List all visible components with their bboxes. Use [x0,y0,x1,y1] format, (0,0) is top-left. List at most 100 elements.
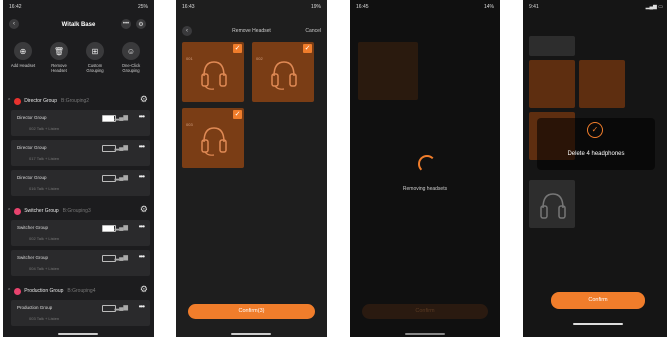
dimmed-tile [358,42,418,100]
custom-grouping-icon: ⊞ [86,42,104,60]
member-name: Switcher Group [17,225,49,230]
member-status: 003 Talk + Listen [29,316,60,321]
list-item[interactable]: Director Group 016 Talk + Listen ▂▄▆ ••• [11,170,150,196]
remove-headset-label: Remove Headset [51,63,67,73]
one-click-grouping-label: One-Click Grouping [121,63,141,73]
group-header-production[interactable]: ⌃ Production Group B:Grouping4 [7,285,150,297]
status-time: 16:42 [9,4,22,10]
checkbox-checked-icon: ✓ [233,44,242,53]
member-name: Director Group [17,145,47,150]
more-options-icon[interactable]: ••• [139,302,145,311]
group-tag: B:Grouping4 [67,288,96,294]
group-settings-icon[interactable]: ⚙ [140,94,148,105]
member-status: 002 Talk + Listen [29,126,60,131]
more-button[interactable]: ••• [121,19,131,29]
confirm-button[interactable]: Confirm(3) [188,304,315,319]
status-time: 16:43 [182,4,195,10]
remove-headset-icon: 🗑 [50,42,68,60]
page-title: Remove Headset [232,28,271,34]
group-header-switcher[interactable]: ⌃ Switcher Group B:Grouping3 [7,205,150,217]
success-check-icon: ✓ [587,122,603,138]
custom-grouping-label: Custom Grouping [86,63,104,73]
list-item[interactable]: Production Group 003 Talk + Listen ▂▄▆ •… [11,300,150,326]
status-bar: 16:45 14% [356,3,494,11]
status-battery: 25% [137,4,148,10]
member-name: Switcher Group [17,255,49,260]
one-click-grouping-icon: ☺ [122,42,140,60]
add-headset-button[interactable]: ⊕ Add Headset [8,42,38,68]
member-status: 017 Talk + Listen [29,156,60,161]
headset-tile[interactable]: ✓ 003 [182,108,244,168]
signal-icon: ▂▄▆ [114,175,128,181]
headset-number: 002 [256,56,263,61]
home-indicator [405,333,445,335]
more-options-icon[interactable]: ••• [139,142,145,151]
headset-tile [529,60,575,108]
list-item[interactable]: Switcher Group 004 Talk + Listen ▂▄▆ ••• [11,250,150,276]
checkbox-checked-icon: ✓ [233,110,242,119]
back-button[interactable]: ‹ [182,26,192,36]
more-options-icon[interactable]: ••• [139,252,145,261]
group-color-dot [14,97,22,105]
settings-button[interactable]: ⚙ [136,19,146,29]
headset-tile [579,60,625,108]
status-bar: 16:42 25% [9,3,148,11]
screen-witalk-base: 16:42 25% ‹ Witalk Base ••• ⚙ ⊕ Add Head… [3,0,154,337]
status-bar: 16:43 19% [182,3,321,11]
cancel-button[interactable]: Cancel [305,28,321,34]
group-settings-icon[interactable]: ⚙ [140,284,148,295]
headset-tile [529,180,575,228]
headset-icon [540,193,566,219]
headset-number: 001 [186,56,193,61]
more-options-icon[interactable]: ••• [139,112,145,121]
signal-icon: ▂▄▆ [114,145,128,151]
list-item[interactable]: Switcher Group 002 Talk + Listen ▂▄▆ ••• [11,220,150,246]
member-status: 004 Talk + Listen [29,266,60,271]
screen-removing: 16:45 14% Removing headsets Confirm [350,0,500,337]
group-tag: B:Grouping3 [62,208,91,214]
more-options-icon[interactable]: ••• [139,172,145,181]
status-time: 16:45 [356,4,369,10]
member-status: 002 Talk + Listen [29,236,60,241]
home-indicator [231,333,271,335]
screen-delete-result: 9:41 ▂▄▆ ▭ ✓ Delete 4 headphones Confirm [523,0,667,337]
status-bar: 9:41 ▂▄▆ ▭ [529,3,663,11]
group-tag: B:Grouping2 [61,98,90,104]
list-item[interactable]: Director Group 017 Talk + Listen ▂▄▆ ••• [11,140,150,166]
status-time: 9:41 [529,4,539,10]
group-header-director[interactable]: ⌃ Director Group B:Grouping2 [7,95,150,107]
signal-icon: ▂▄▆ [114,255,128,261]
member-name: Director Group [17,175,47,180]
member-name: Production Group [17,305,53,310]
signal-icon: ▂▄▆ [114,115,128,121]
checkbox-checked-icon: ✓ [303,44,312,53]
custom-grouping-button[interactable]: ⊞ Custom Grouping [80,42,110,73]
toast-message: Delete 4 headphones [567,151,625,157]
add-headset-icon: ⊕ [14,42,32,60]
one-click-grouping-button[interactable]: ☺ One-Click Grouping [116,42,146,73]
group-color-dot [14,287,22,295]
headset-icon [201,127,227,156]
member-name: Director Group [17,115,47,120]
home-indicator [573,323,623,325]
group-name: Production Group [24,288,64,294]
headset-tile [529,36,575,56]
member-status: 016 Talk + Listen [29,186,60,191]
remove-headset-button[interactable]: 🗑 Remove Headset [44,42,74,73]
list-item[interactable]: Director Group 002 Talk + Listen ▂▄▆ ••• [11,110,150,136]
headset-icon [271,61,297,90]
headset-tile[interactable]: ✓ 001 [182,42,244,102]
screen-remove-headset: 16:43 19% ‹ Remove Headset Cancel ✓ 001 … [176,0,327,337]
page-title: Witalk Base [61,22,96,28]
confirm-button[interactable]: Confirm [551,292,645,309]
headset-icon [201,61,227,90]
signal-icon: ▂▄▆ [114,305,128,311]
more-options-icon[interactable]: ••• [139,222,145,231]
group-settings-icon[interactable]: ⚙ [140,204,148,215]
back-button[interactable]: ‹ [9,19,19,29]
home-indicator [58,333,98,335]
group-name: Switcher Group [24,208,59,214]
group-name: Director Group [24,98,57,104]
status-battery: 19% [310,4,321,10]
headset-tile[interactable]: ✓ 002 [252,42,314,102]
